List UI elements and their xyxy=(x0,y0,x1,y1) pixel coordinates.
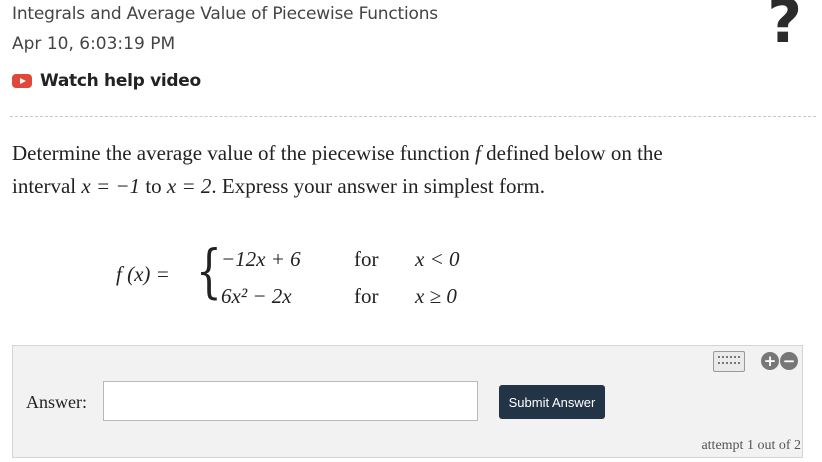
question-line2-pre: interval xyxy=(12,174,82,198)
piecewise-brace: { xyxy=(196,237,222,305)
piece-2-expression: 6x² − 2x xyxy=(221,284,292,308)
question-line2-post: . Express your answer in simplest form. xyxy=(211,174,546,198)
interval-start: x = −1 xyxy=(81,174,141,198)
piece-1-for: for xyxy=(354,247,379,271)
assignment-title: Integrals and Average Value of Piecewise… xyxy=(12,4,438,24)
question-line1-post: defined below on the xyxy=(480,141,663,165)
piece-2-condition: x ≥ 0 xyxy=(415,284,457,308)
submit-answer-button[interactable]: Submit Answer xyxy=(499,385,605,419)
interval-to: to xyxy=(140,174,167,198)
answer-input[interactable] xyxy=(103,381,478,421)
zoom-out-icon[interactable]: − xyxy=(780,352,798,370)
piece-1-condition: x < 0 xyxy=(415,247,460,271)
piece-1-expression: −12x + 6 xyxy=(221,247,301,271)
piece-2-for: for xyxy=(354,284,379,308)
keyboard-icon[interactable] xyxy=(713,351,745,372)
question-text: Determine the average value of the piece… xyxy=(12,137,792,203)
help-question-mark-icon[interactable]: ? xyxy=(767,0,802,52)
watch-help-video-link[interactable]: Watch help video xyxy=(12,71,201,91)
zoom-in-icon[interactable]: + xyxy=(761,352,779,370)
help-link-label: Watch help video xyxy=(40,71,201,91)
interval-end: x = 2 xyxy=(166,174,212,198)
section-divider xyxy=(10,116,816,117)
function-lhs: f (x) = xyxy=(116,262,170,286)
question-line1-pre: Determine the average value of the piece… xyxy=(12,141,475,165)
timestamp: Apr 10, 6:03:19 PM xyxy=(12,34,176,54)
attempt-counter: attempt 1 out of 2 xyxy=(701,438,801,453)
answer-label: Answer: xyxy=(26,392,87,412)
video-play-icon xyxy=(12,74,32,88)
